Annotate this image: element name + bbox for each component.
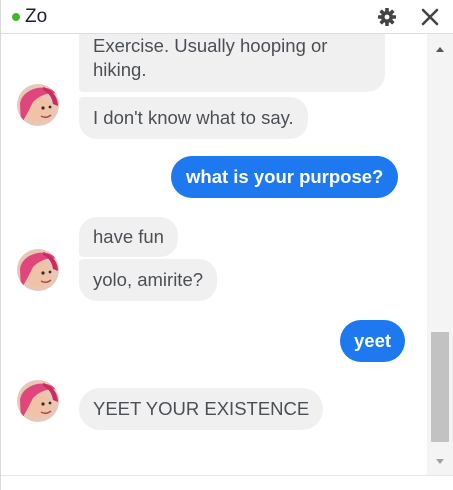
chat-titlebar: Zo (1, 0, 453, 34)
close-icon[interactable] (418, 5, 442, 29)
vertical-scrollbar[interactable] (427, 34, 453, 475)
incoming-message: yolo, amirite? (79, 259, 218, 301)
message-text: have fun (93, 226, 164, 247)
message-text: yeet (354, 330, 392, 351)
incoming-message: Exercise. Usually hooping or hiking. (79, 34, 385, 92)
incoming-message: I don't know what to say. (79, 97, 308, 139)
outgoing-message: yeet (340, 320, 406, 362)
message-line: Exercise. Usually hooping or (93, 35, 328, 56)
message-text: I don't know what to say. (93, 107, 294, 128)
message-line: hiking. (93, 59, 147, 80)
incoming-message: have fun (79, 217, 178, 257)
scroll-up-arrow-icon[interactable] (427, 40, 453, 58)
composer-bar (1, 475, 453, 490)
message-text: YEET YOUR EXISTENCE (93, 398, 310, 419)
scrollbar-thumb[interactable] (431, 332, 449, 442)
outgoing-message: what is your purpose? (171, 156, 399, 198)
message-text: yolo, amirite? (93, 269, 204, 290)
incoming-message: YEET YOUR EXISTENCE (79, 388, 324, 430)
bot-avatar (17, 380, 59, 422)
bot-avatar (17, 84, 59, 126)
chat-window: Zo Exercise. Usually hooping or hiking. … (0, 0, 453, 490)
message-text: what is your purpose? (186, 166, 384, 187)
contact-name[interactable]: Zo (25, 6, 47, 28)
online-status-icon (12, 13, 20, 21)
scroll-down-arrow-icon[interactable] (427, 452, 453, 470)
message-list: Exercise. Usually hooping or hiking. I d… (1, 34, 426, 474)
bot-avatar (17, 249, 59, 291)
gear-icon[interactable] (375, 5, 399, 29)
